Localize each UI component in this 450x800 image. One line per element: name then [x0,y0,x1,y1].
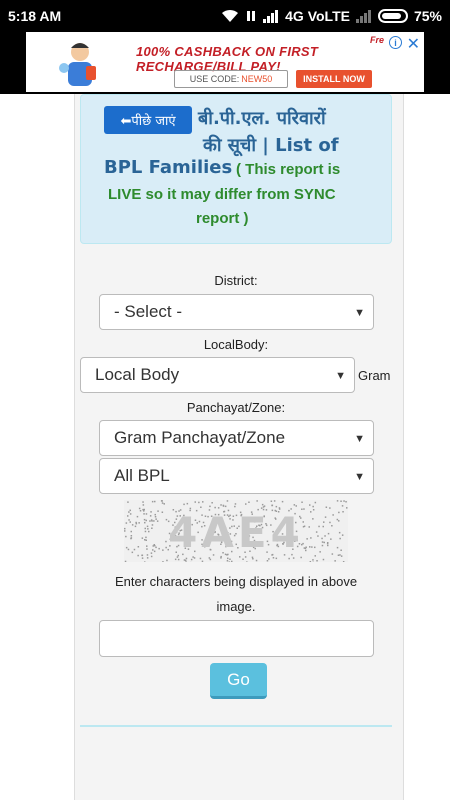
bpl-type-select[interactable]: All BPL ▼ [99,458,374,494]
localbody-select-value: Local Body [95,365,180,384]
mute-icon [247,11,256,21]
page-title-line2: की सूची | List of [203,135,339,156]
back-button[interactable]: ⬅पीछे जाएं [104,106,192,134]
captcha-text: 4AE4 [168,508,304,557]
panchayat-select-value: Gram Panchayat/Zone [114,428,286,447]
ad-brand-logo: Fre [369,35,384,45]
ad-close-icon[interactable]: ✕ [407,34,420,54]
ad-banner[interactable]: 100% CASHBACK ON FIRST RECHARGE/BILL PAY… [26,32,424,92]
ad-code-prefix: USE CODE: [189,74,240,84]
ad-install-button[interactable]: INSTALL NOW [296,70,372,88]
status-right: 4G VoLTE 75% [221,8,442,24]
page-title-line3: BPL Families [104,157,233,178]
panchayat-label: Panchayat/Zone: [186,400,286,415]
network-label: 4G VoLTE [285,8,350,24]
panchayat-select[interactable]: Gram Panchayat/Zone ▼ [99,420,374,456]
divider [80,725,392,727]
district-select[interactable]: - Select - ▼ [99,294,374,330]
localbody-label: LocalBody: [203,337,269,352]
localbody-select[interactable]: Local Body ▼ [80,357,355,393]
ad-info-icon[interactable]: i [389,36,402,49]
signal-icon [263,10,279,23]
status-bar: 5:18 AM 4G VoLTE 75% [0,0,450,32]
battery-level: 75% [413,8,442,24]
chevron-down-icon: ▼ [354,471,365,483]
battery-icon [377,9,408,23]
ad-code: NEW50 [241,74,273,84]
chevron-down-icon: ▼ [354,307,365,319]
district-label: District: [214,273,258,288]
live-note-line2: LIVE so it may differ from SYNC [108,186,336,203]
bpl-type-select-value: All BPL [114,466,170,485]
chevron-down-icon: ▼ [335,370,346,382]
captcha-image: 4AE4 [124,500,348,562]
live-note-line1: ( This report is [236,161,341,178]
signal-secondary-icon [355,10,371,23]
chevron-down-icon: ▼ [354,433,365,445]
wifi-icon [222,9,239,22]
go-button[interactable]: Go [210,663,267,699]
district-select-value: - Select - [114,302,183,321]
ad-code-box: USE CODE: NEW50 [174,70,288,88]
page-title-line1: बी.पी.एल. परिवारों [198,108,326,129]
status-time: 5:18 AM [8,8,62,24]
gram-label: Gram [358,368,391,383]
captcha-help-line2: image. [216,599,256,614]
captcha-help-line1: Enter characters being displayed in abov… [114,574,358,589]
captcha-input[interactable] [99,620,374,657]
live-note-line3: report ) [196,210,249,227]
ad-person-illustration-icon [59,43,96,86]
